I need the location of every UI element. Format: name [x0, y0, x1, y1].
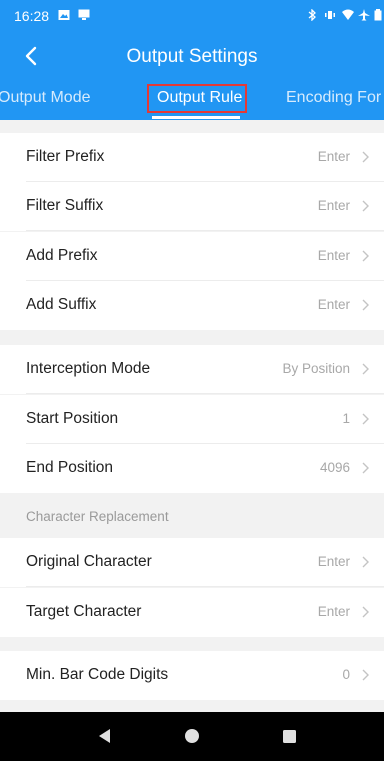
row-filter-suffix[interactable]: Filter Suffix Enter	[0, 182, 384, 231]
row-divider	[26, 393, 384, 394]
active-tab-highlight-box	[147, 84, 247, 113]
title-bar: Output Settings	[0, 38, 384, 78]
row-add-prefix[interactable]: Add Prefix Enter	[0, 232, 384, 281]
row-label: Interception Mode	[26, 360, 151, 377]
row-value: Enter	[317, 297, 350, 312]
row-min-bar-code-digits[interactable]: Min. Bar Code Digits 0	[0, 651, 384, 700]
page-title: Output Settings	[126, 46, 258, 67]
chevron-right-icon	[362, 556, 369, 568]
chevron-right-icon	[362, 413, 369, 425]
monitor-notification-icon	[78, 8, 90, 20]
section-header-character-replacement: Character Replacement	[0, 493, 384, 537]
tab-output-mode[interactable]: Output Mode	[0, 89, 91, 107]
row-value: Enter	[317, 604, 350, 619]
airplane-icon	[358, 8, 370, 21]
chevron-right-icon	[362, 462, 369, 474]
row-filter-prefix[interactable]: Filter Prefix Enter	[0, 133, 384, 182]
row-original-character[interactable]: Original Character Enter	[0, 538, 384, 587]
battery-icon	[374, 8, 382, 21]
chevron-right-icon	[362, 299, 369, 311]
section-header-label: Character Replacement	[26, 509, 169, 524]
chevron-right-icon	[362, 669, 369, 681]
row-value: 0	[342, 667, 350, 682]
system-navigation-bar	[0, 712, 384, 761]
tab-encoding-format[interactable]: Encoding For	[286, 89, 381, 107]
row-label: Original Character	[26, 553, 152, 570]
row-label: Target Character	[26, 603, 142, 620]
back-triangle-icon[interactable]	[95, 726, 115, 746]
row-end-position[interactable]: End Position 4096	[0, 444, 384, 493]
row-label: Add Suffix	[26, 296, 97, 313]
row-divider	[26, 586, 384, 587]
row-value: 1	[342, 411, 350, 426]
status-bar: 16:28	[0, 0, 384, 30]
row-label: Start Position	[26, 410, 119, 427]
settings-list: Filter Prefix Enter Filter Suffix Enter …	[0, 120, 384, 712]
app-header: 16:28 Output Settings Output Mode Output…	[0, 0, 384, 120]
row-label: Add Prefix	[26, 247, 98, 264]
row-value: Enter	[317, 198, 350, 213]
recents-square-icon[interactable]	[279, 726, 299, 746]
row-label: Min. Bar Code Digits	[26, 666, 169, 683]
row-add-suffix[interactable]: Add Suffix Enter	[0, 281, 384, 330]
chevron-right-icon	[362, 250, 369, 262]
status-time: 16:28	[14, 8, 50, 24]
vibrate-icon	[324, 8, 336, 20]
chevron-right-icon	[362, 200, 369, 212]
wifi-icon	[342, 8, 354, 20]
row-label: Filter Suffix	[26, 197, 104, 214]
row-start-position[interactable]: Start Position 1	[0, 395, 384, 444]
row-value: Enter	[317, 149, 350, 164]
bluetooth-icon	[306, 8, 318, 22]
chevron-right-icon	[362, 363, 369, 375]
row-label: Filter Prefix	[26, 148, 105, 165]
active-tab-indicator	[152, 116, 240, 119]
row-target-character[interactable]: Target Character Enter	[0, 588, 384, 637]
row-value: 4096	[319, 460, 350, 475]
chevron-right-icon	[362, 151, 369, 163]
image-notification-icon	[58, 8, 70, 20]
row-value: Enter	[317, 248, 350, 263]
row-value: By Position	[282, 361, 350, 376]
row-interception-mode[interactable]: Interception Mode By Position	[0, 345, 384, 394]
row-divider	[26, 230, 384, 231]
row-label: End Position	[26, 459, 114, 476]
row-value: Enter	[317, 554, 350, 569]
chevron-right-icon	[362, 606, 369, 618]
home-circle-icon[interactable]	[182, 726, 202, 746]
